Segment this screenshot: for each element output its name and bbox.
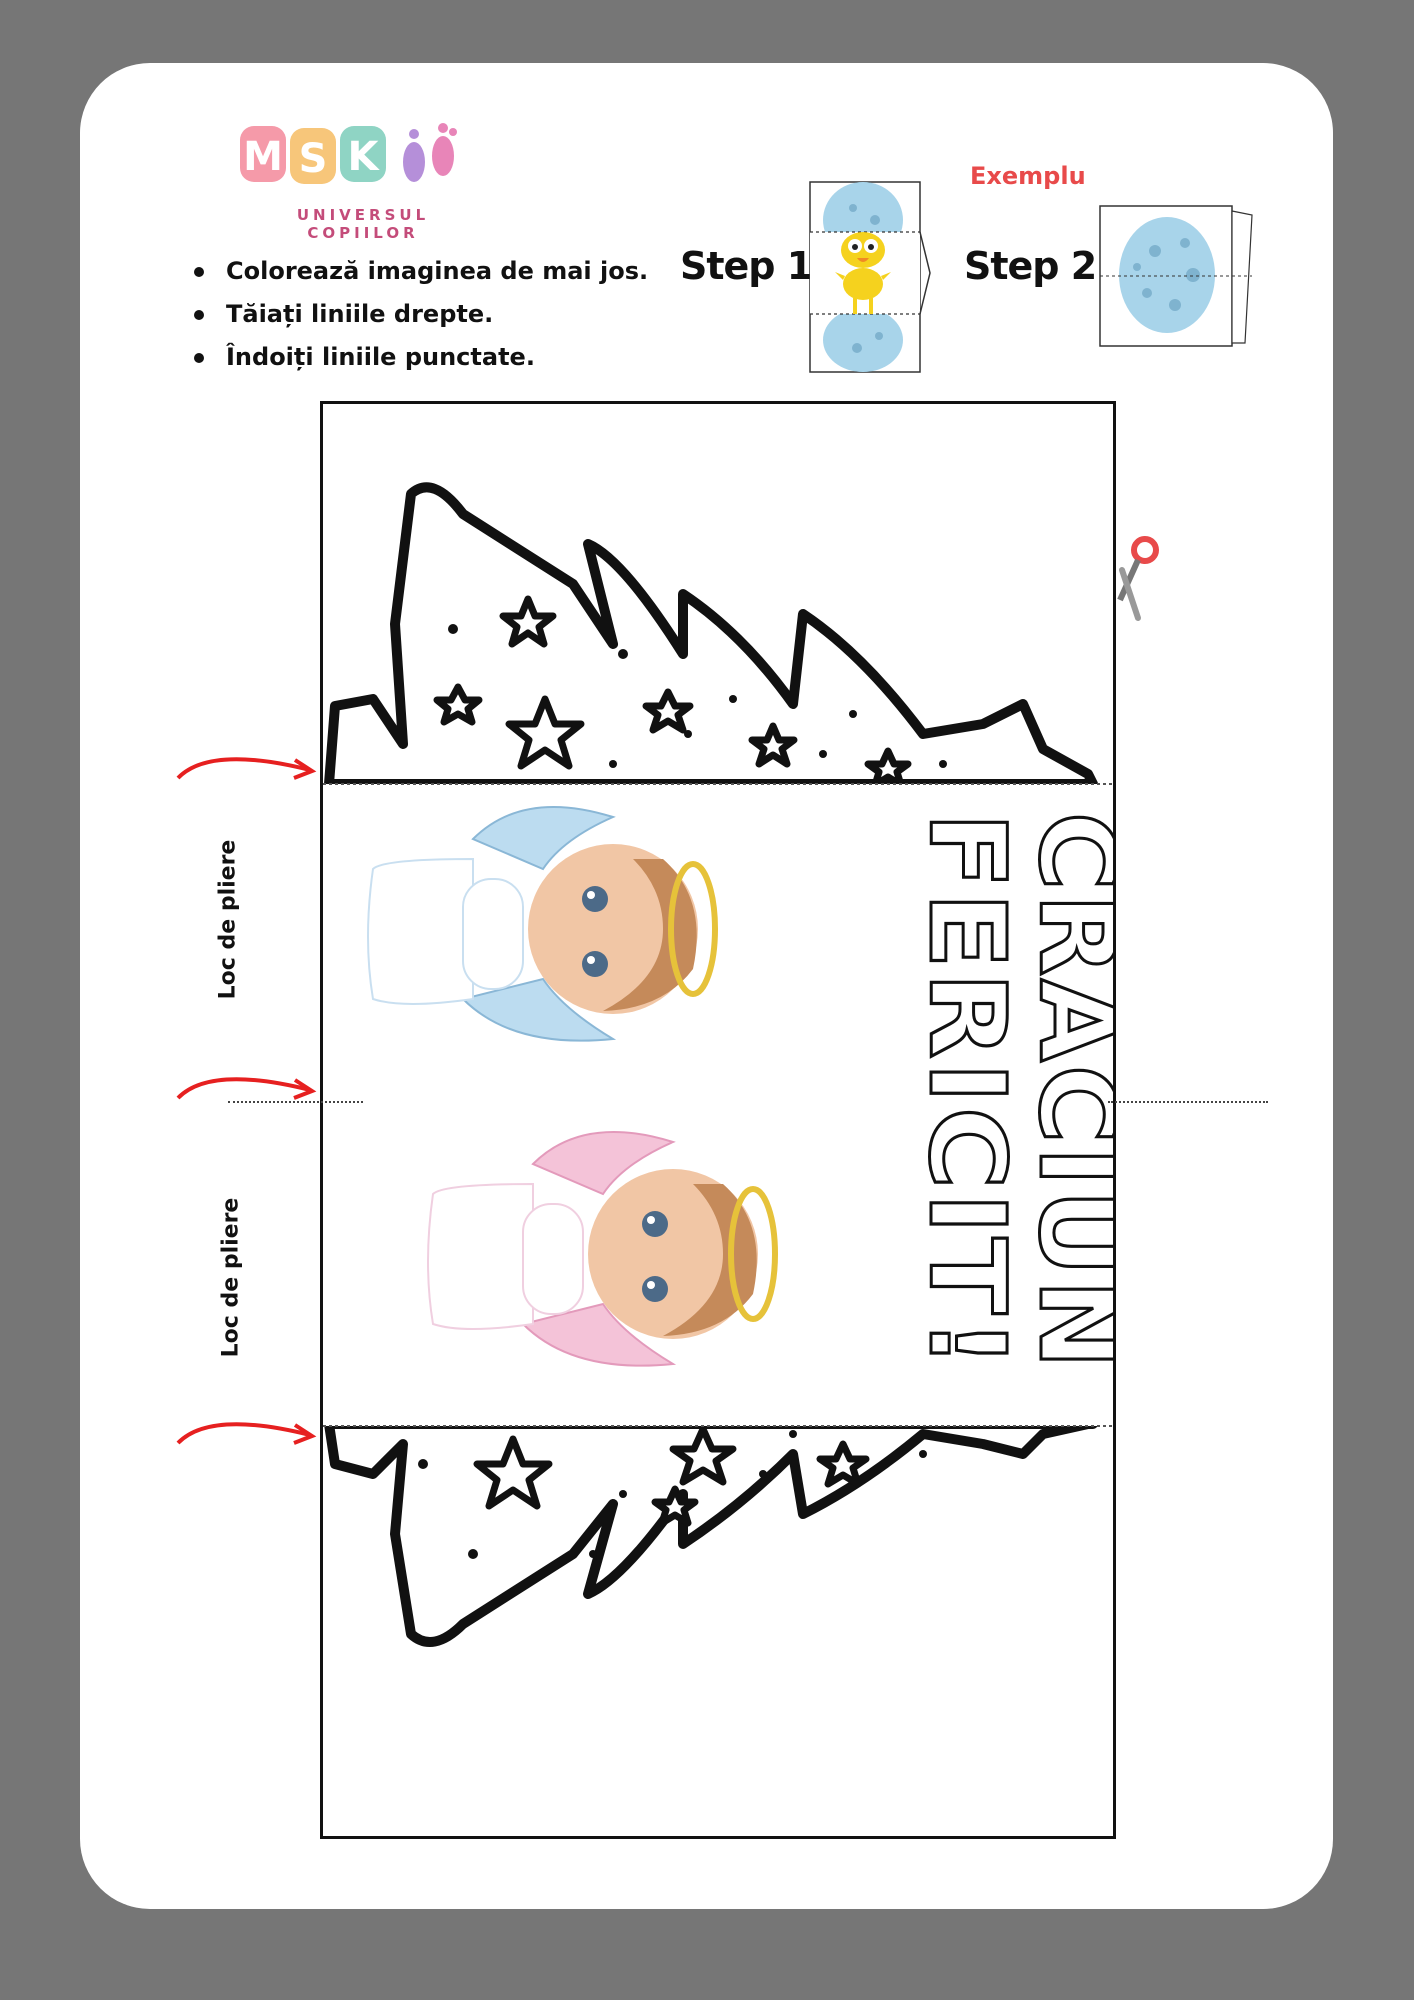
msk-logo: M S K UNIVERSUL COPIILOR: [238, 118, 488, 242]
step2-label: Step 2: [964, 244, 1097, 288]
svg-text:K: K: [348, 134, 381, 180]
card-template: CRACIUN FERICIT!: [320, 401, 1140, 1839]
card-title-line1: CRACIUN: [1016, 812, 1113, 1372]
instruction-item: Îndoiți liniile punctate.: [190, 336, 648, 379]
card-title: CRACIUN: [1015, 811, 1140, 1374]
christmas-tree-top: [324, 482, 1098, 789]
card-title-2: FERICIT!: [905, 811, 1030, 1374]
arrow-icon: [176, 1422, 317, 1445]
arrow-icon: [176, 1077, 317, 1100]
fold-label: Loc de pliere: [215, 839, 241, 1000]
instruction-item: Tăiați liniile drepte.: [190, 293, 648, 336]
card-title-line2: FERICIT!: [906, 812, 1028, 1372]
example-label: Exemplu: [970, 162, 1086, 190]
step2-illustration: [1099, 205, 1253, 347]
step1-illustration: [809, 181, 931, 373]
scissors-icon: [1117, 536, 1159, 621]
fold-label: Loc de pliere: [218, 1197, 244, 1358]
fold-line-left: [228, 1101, 363, 1103]
arrow-icon: [176, 757, 317, 780]
logo-subtitle: UNIVERSUL COPIILOR: [296, 206, 430, 242]
step1-label: Step 1: [680, 244, 813, 288]
logo-graphic: M S K: [240, 123, 457, 184]
instruction-item: Colorează imaginea de mai jos.: [190, 250, 648, 293]
fold-line-right: [1108, 1101, 1268, 1103]
card-artwork: CRACIUN FERICIT!: [323, 482, 1140, 1647]
svg-text:S: S: [299, 136, 328, 182]
instruction-list: Colorează imaginea de mai jos. Tăiați li…: [190, 250, 648, 379]
svg-text:M: M: [243, 134, 283, 180]
